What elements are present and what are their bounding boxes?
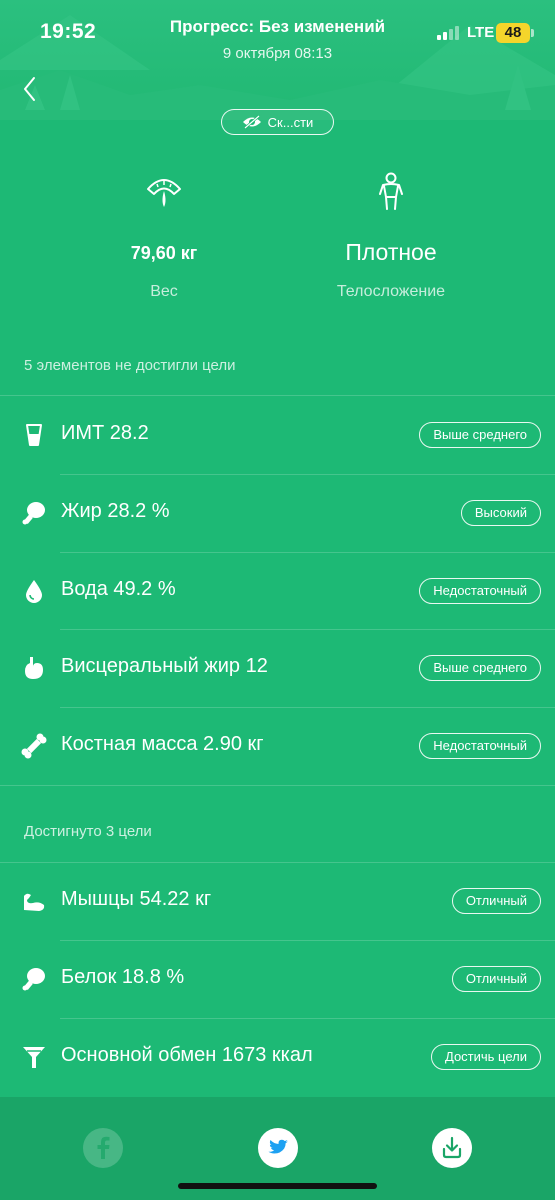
back-button[interactable] [18,74,44,104]
hide-button[interactable]: Ск...сти [221,109,334,135]
scale-icon [147,179,181,207]
reached-header: Достигнуто 3 цели [24,823,152,840]
status-badge: Достичь цели [431,1044,541,1070]
chevron-left-icon [24,77,35,101]
weight-value: 79,60 кг [130,243,198,263]
measurement-date: 9 октября 08:13 [222,45,333,62]
water-drop-icon [26,580,42,603]
metric-label: Жир 28.2 % [61,500,170,522]
metric-label: Висцеральный жир 12 [61,655,268,677]
metric-row-bmr[interactable]: Основной обмен 1673 ккал Достичь цели [0,1019,555,1096]
bone-icon [21,733,47,759]
status-badge: Высокий [460,500,541,526]
metric-label: Основной обмен 1673 ккал [61,1044,313,1066]
funnel-icon [23,1047,45,1068]
status-badge: Выше среднего [419,422,541,448]
muscle-icon [24,893,45,911]
metric-row-muscle[interactable]: Мышцы 54.22 кг Отличный [0,863,555,940]
twitter-icon [268,1139,288,1154]
status-badge: Выше среднего [419,655,541,681]
body-type-value: Плотное [345,239,437,265]
metric-label: Мышцы 54.22 кг [61,888,212,910]
status-badge: Отличный [451,888,541,914]
download-icon [442,1136,462,1159]
metric-label: Белок 18.8 % [61,966,185,988]
status-badge: Недостаточный [419,578,541,604]
metric-row-water[interactable]: Вода 49.2 % Недостаточный [0,553,555,630]
metric-row-visceral-fat[interactable]: Висцеральный жир 12 Выше среднего [0,630,555,707]
drumstick-icon [22,502,45,525]
home-indicator [178,1183,377,1189]
metric-label: Вода 49.2 % [61,578,176,600]
download-button[interactable] [432,1128,472,1168]
weight-label: Вес [150,283,178,300]
battery-cap [531,29,534,37]
battery-icon: 48 [496,23,530,43]
metric-row-bmi[interactable]: ИМТ 28.2 Выше среднего [0,397,555,474]
network-type: LTE [467,24,495,41]
status-badge: Недостаточный [419,733,541,759]
body-type-label: Телосложение [336,283,446,300]
metric-row-bone-mass[interactable]: Костная масса 2.90 кг Недостаточный [0,708,555,785]
signal-icon [437,26,463,40]
body-figure-icon [379,172,403,210]
twitter-share-button[interactable] [258,1128,298,1168]
status-badge: Отличный [451,966,541,992]
metric-label: Костная масса 2.90 кг [61,733,264,755]
facebook-icon [97,1136,110,1159]
facebook-share-button[interactable] [83,1128,123,1168]
metric-row-fat[interactable]: Жир 28.2 % Высокий [0,475,555,552]
status-bar: 19:52 Прогресс: Без изменений 9 октября … [0,0,555,62]
hide-button-label: Ск...сти [267,114,314,130]
metric-row-protein[interactable]: Белок 18.8 % Отличный [0,941,555,1018]
drumstick-icon [22,968,45,991]
divider [0,785,555,786]
glass-icon [26,424,42,446]
divider [0,395,555,396]
metric-label: ИМТ 28.2 [61,422,149,444]
stomach-icon [25,657,43,679]
not-reached-header: 5 элементов не достигли цели [24,357,236,374]
eye-hidden-icon [242,115,261,129]
